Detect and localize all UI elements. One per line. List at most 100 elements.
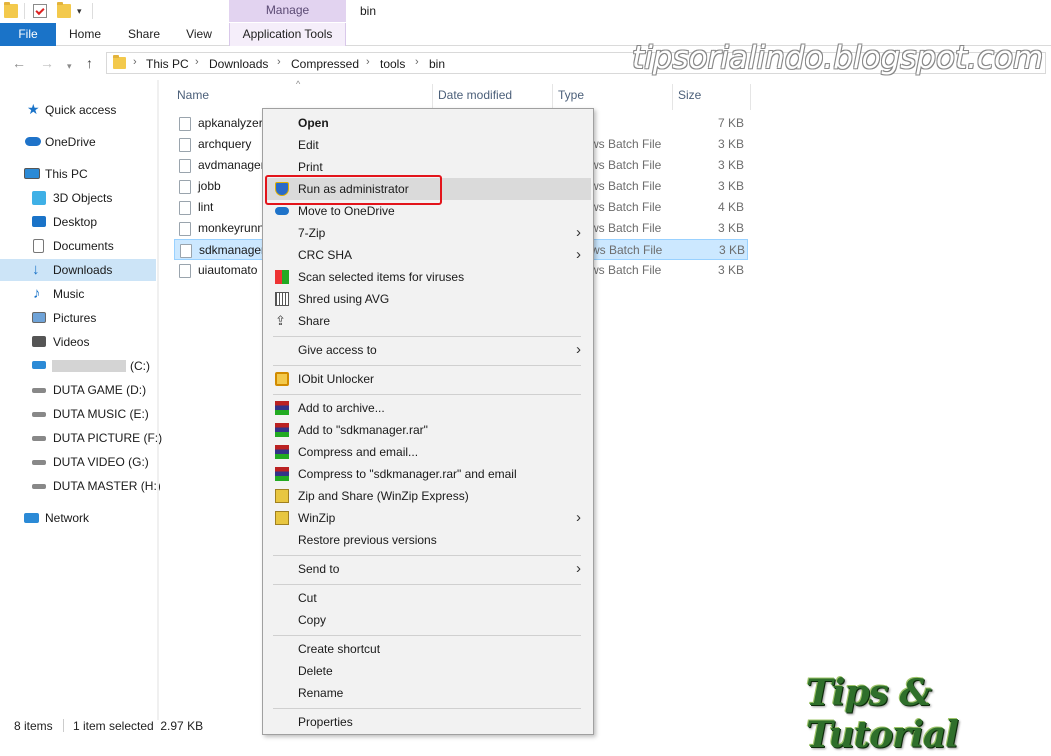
unlock-icon — [275, 372, 289, 386]
menu-item-compress-to-rar-and-email[interactable]: Compress to "sdkmanager.rar" and email — [265, 463, 591, 485]
tab-file[interactable]: File — [0, 23, 56, 46]
drive-icon — [32, 460, 46, 465]
column-header-name[interactable]: Name — [177, 88, 209, 102]
menu-item-label: Copy — [298, 613, 327, 627]
menu-item-crc-sha[interactable]: CRC SHA › — [265, 244, 591, 266]
breadcrumb-separator: › — [277, 56, 281, 68]
column-header-size[interactable]: Size — [678, 88, 701, 102]
menu-item-scan-viruses[interactable]: Scan selected items for viruses — [265, 266, 591, 288]
column-divider[interactable] — [552, 84, 553, 110]
batch-file-icon — [179, 138, 191, 152]
menu-item-winzip[interactable]: WinZip › — [265, 507, 591, 529]
breadcrumb-separator: › — [195, 56, 199, 68]
sidebar-scrollbar[interactable] — [157, 80, 159, 720]
menu-separator — [273, 555, 581, 556]
window-title: bin — [360, 4, 377, 18]
customize-quick-access-icon[interactable]: ▾ — [77, 6, 82, 17]
breadcrumb-downloads[interactable]: Downloads — [209, 57, 268, 71]
folder-icon[interactable] — [4, 2, 18, 18]
tab-share[interactable]: Share — [118, 23, 170, 46]
winrar-icon — [275, 467, 289, 481]
menu-item-label: Restore previous versions — [298, 533, 437, 547]
file-name: monkeyrunn — [198, 221, 265, 235]
cube-icon — [32, 191, 46, 205]
winrar-icon — [275, 445, 289, 459]
sidebar-item-drive-d[interactable]: DUTA GAME (D:) — [0, 379, 156, 401]
breadcrumb-tools[interactable]: tools — [380, 57, 405, 71]
recent-locations-chevron-icon[interactable]: ▾ — [67, 58, 72, 74]
menu-item-cut[interactable]: Cut — [265, 587, 591, 609]
tab-home[interactable]: Home — [60, 23, 110, 46]
chevron-right-icon: › — [576, 509, 581, 526]
tab-application-tools[interactable]: Application Tools — [229, 23, 346, 46]
menu-item-send-to[interactable]: Send to › — [265, 558, 591, 580]
column-divider[interactable] — [672, 84, 673, 110]
menu-separator — [273, 584, 581, 585]
sidebar-item-drive-f[interactable]: DUTA PICTURE (F:) — [0, 427, 162, 449]
sidebar-item-pictures[interactable]: Pictures — [0, 307, 156, 329]
column-divider[interactable] — [750, 84, 751, 110]
back-arrow-icon[interactable]: ← — [12, 55, 26, 71]
menu-item-edit[interactable]: Edit — [265, 134, 591, 156]
menu-item-label: Add to "sdkmanager.rar" — [298, 423, 428, 437]
file-type: ws Batch File — [590, 263, 662, 277]
sidebar-item-music[interactable]: ♪ Music — [0, 283, 156, 305]
breadcrumb-bin[interactable]: bin — [429, 57, 445, 71]
sidebar-item-drive-c[interactable]: (C:) — [0, 355, 156, 377]
manage-context-tab[interactable]: Manage — [229, 0, 346, 22]
sidebar-item-drive-g[interactable]: DUTA VIDEO (G:) — [0, 451, 156, 473]
share-icon: ⇪ — [275, 313, 286, 328]
menu-item-shred-avg[interactable]: Shred using AVG — [265, 288, 591, 310]
sidebar-item-downloads[interactable]: ↓ Downloads — [0, 259, 156, 281]
sidebar-item-network[interactable]: Network — [0, 507, 156, 529]
menu-item-7-zip[interactable]: 7-Zip › — [265, 222, 591, 244]
sidebar-item-desktop[interactable]: Desktop — [0, 211, 156, 233]
menu-item-compress-and-email[interactable]: Compress and email... — [265, 441, 591, 463]
menu-item-copy[interactable]: Copy — [265, 609, 591, 631]
sidebar-item-quick-access[interactable]: ★ Quick access — [0, 99, 156, 121]
sidebar-item-3d-objects[interactable]: 3D Objects — [0, 187, 156, 209]
column-header-date-modified[interactable]: Date modified — [438, 88, 512, 102]
file-size: 7 KB — [717, 116, 744, 130]
file-name: avdmanager — [198, 158, 265, 172]
menu-item-zip-and-share[interactable]: Zip and Share (WinZip Express) — [265, 485, 591, 507]
file-size: 3 KB — [717, 263, 744, 277]
up-arrow-icon[interactable]: ↑ — [86, 55, 93, 71]
menu-item-add-to-archive[interactable]: Add to archive... — [265, 397, 591, 419]
menu-item-label: WinZip — [298, 511, 336, 525]
menu-item-share[interactable]: ⇪ Share — [265, 310, 591, 332]
sidebar-item-drive-e[interactable]: DUTA MUSIC (E:) — [0, 403, 156, 425]
sidebar-item-label: Pictures — [53, 311, 97, 325]
sidebar-item-videos[interactable]: Videos — [0, 331, 156, 353]
sidebar-item-onedrive[interactable]: OneDrive — [0, 131, 156, 153]
winrar-icon — [275, 423, 289, 437]
file-size: 3 KB — [717, 221, 744, 235]
file-name: uiautomato — [198, 263, 258, 277]
menu-item-properties[interactable]: Properties — [265, 711, 591, 733]
forward-arrow-icon[interactable]: → — [40, 55, 54, 71]
sidebar-item-label: Quick access — [45, 103, 117, 117]
menu-item-open[interactable]: Open — [265, 112, 591, 134]
new-folder-icon[interactable] — [57, 2, 71, 18]
breadcrumb-this-pc[interactable]: This PC — [146, 57, 189, 71]
sidebar-item-drive-h[interactable]: DUTA MASTER (H:) — [0, 475, 161, 497]
breadcrumb-compressed[interactable]: Compressed — [291, 57, 359, 71]
menu-item-label: 7-Zip — [298, 226, 326, 240]
document-icon — [33, 239, 44, 253]
batch-file-icon — [179, 201, 191, 215]
tab-view[interactable]: View — [176, 23, 222, 46]
menu-item-rename[interactable]: Rename — [265, 682, 591, 704]
chevron-right-icon: › — [576, 560, 581, 577]
menu-item-delete[interactable]: Delete — [265, 660, 591, 682]
menu-item-give-access[interactable]: Give access to › — [265, 339, 591, 361]
shredder-icon — [275, 292, 289, 306]
menu-item-add-to-rar[interactable]: Add to "sdkmanager.rar" — [265, 419, 591, 441]
sidebar-item-documents[interactable]: Documents — [0, 235, 156, 257]
sidebar-item-this-pc[interactable]: This PC — [0, 163, 156, 185]
menu-item-iobit-unlocker[interactable]: IObit Unlocker — [265, 368, 591, 390]
menu-item-create-shortcut[interactable]: Create shortcut — [265, 638, 591, 660]
column-header-type[interactable]: Type — [558, 88, 584, 102]
menu-item-restore-previous-versions[interactable]: Restore previous versions — [265, 529, 591, 551]
properties-icon[interactable] — [33, 4, 47, 18]
column-divider[interactable] — [432, 84, 433, 110]
